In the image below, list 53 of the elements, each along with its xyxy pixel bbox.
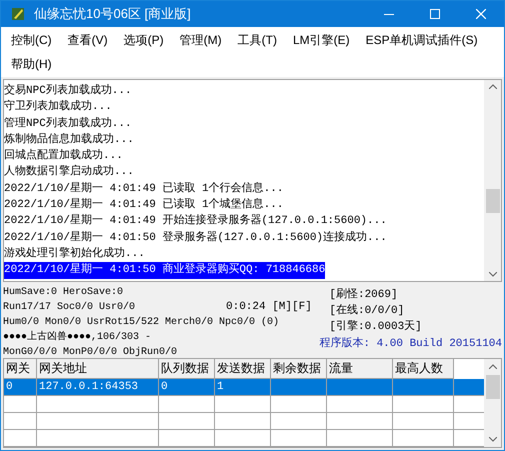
log-line: 炼制物品信息加载成功... xyxy=(4,132,134,148)
log-line: 2022/1/10/星期一 4:01:49 开始连接登录服务器(127.0.0.1:5600)... xyxy=(4,213,387,230)
log-line: 2022/1/10/星期一 4:01:50 登录服务器(127.0.0.1:5600)连接成功... xyxy=(4,230,387,246)
column-header[interactable]: 队列数据 xyxy=(159,359,215,379)
log-line: 交易NPC列表加载成功... xyxy=(4,83,132,99)
scrollbar-thumb[interactable] xyxy=(486,375,500,399)
column-header[interactable]: 网关地址 xyxy=(37,359,159,379)
log-line: 回城点配置加载成功... xyxy=(4,148,123,164)
scrollbar[interactable] xyxy=(484,80,501,281)
scrollbar[interactable] xyxy=(484,359,501,447)
menu-item[interactable]: 工具(T) xyxy=(232,28,283,52)
column-header[interactable]: 最高人数 xyxy=(393,359,454,379)
menu-item[interactable]: ESP单机调试插件(S) xyxy=(360,28,484,52)
counter-text: [刷怪:2069] xyxy=(329,287,398,303)
table-cell: 0 xyxy=(159,379,215,395)
window-title: 仙缘忘忧10号06区 [商业版] xyxy=(34,5,191,24)
menu-item[interactable]: LM引擎(E) xyxy=(287,28,356,52)
menu-item[interactable]: 控制(C) xyxy=(5,28,58,52)
app-icon xyxy=(10,6,26,22)
log-line: 2022/1/10/星期一 4:01:49 已读取 1个城堡信息... xyxy=(4,197,284,214)
version-label: 程序版本: 4.00 Build 20151104 xyxy=(319,337,502,352)
column-header[interactable]: 剩余数据 xyxy=(271,359,327,379)
column-header[interactable]: 网关 xyxy=(4,359,37,379)
menu-item[interactable]: 帮助(H) xyxy=(5,52,58,76)
table-cell: 127.0.0.1:64353 xyxy=(37,379,159,395)
scroll-down-icon xyxy=(488,272,496,277)
timer-text: 0:0:24 [M][F] xyxy=(226,300,312,315)
table-cell: 1 xyxy=(215,379,271,395)
status-text: HumSave:0 HeroSave:0 xyxy=(3,286,124,300)
scroll-up-icon xyxy=(488,364,496,369)
log-line: 游戏处理引擎初始化成功... xyxy=(4,246,145,262)
log-line: 守卫列表加载成功... xyxy=(4,99,112,116)
menu-item[interactable]: 选项(P) xyxy=(118,28,170,52)
table-cell: 0 xyxy=(4,379,37,395)
scroll-up-icon xyxy=(488,84,496,89)
column-header[interactable]: 发送数据 xyxy=(215,359,271,379)
status-text: ●●●●上古凶兽●●●●,106/303 - xyxy=(3,330,152,345)
menu-item[interactable]: 查看(V) xyxy=(62,28,114,52)
counter-text: [引擎:0.0003天] xyxy=(329,319,422,335)
scroll-down-icon xyxy=(488,437,496,442)
table-row[interactable]: 0 127.0.0.1:64353 0 1 xyxy=(4,379,484,396)
log-line: 2022/1/10/星期一 4:01:49 已读取 1个行会信息... xyxy=(4,181,284,197)
status-text: Run17/17 Soc0/0 Usr0/0 xyxy=(3,300,136,315)
log-line: 管理NPC列表加载成功... xyxy=(4,116,132,132)
menu-item[interactable]: 管理(M) xyxy=(174,28,228,52)
status-text: MonG0/0/0 MonP0/0/0 ObjRun0/0 xyxy=(3,346,178,360)
scrollbar-thumb[interactable] xyxy=(486,189,500,213)
counter-text: [在线:0/0/0] xyxy=(329,303,404,319)
log-line: 人物数据引擎启动成功... xyxy=(4,164,134,180)
status-text: Hum0/0 Mon0/0 UsrRot15/522 Merch0/0 Npc0/0 (0) xyxy=(3,316,280,330)
close-icon xyxy=(476,9,486,19)
maximize-icon xyxy=(430,9,440,19)
column-header[interactable]: 流量 xyxy=(327,359,393,379)
